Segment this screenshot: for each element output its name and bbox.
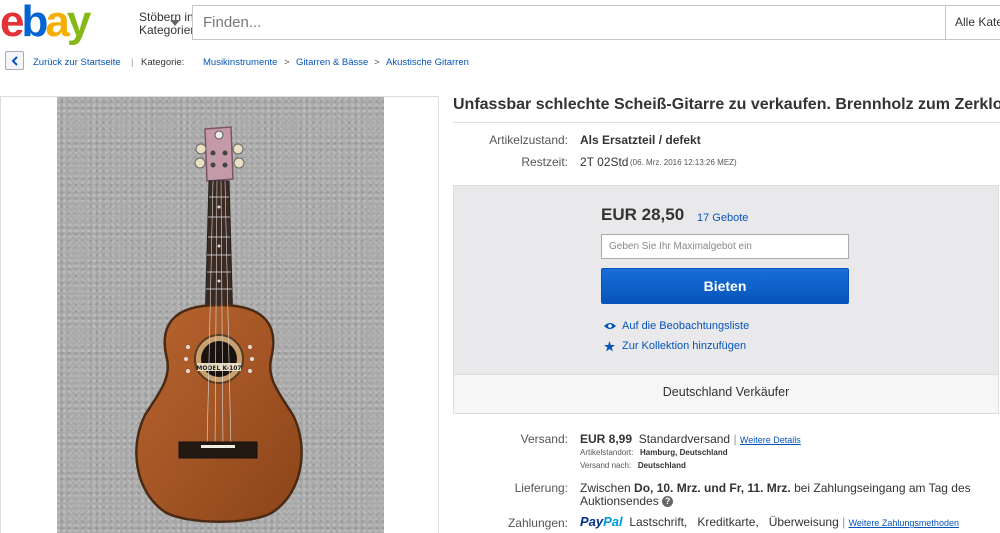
ebay-logo[interactable]: ebay	[0, 0, 92, 46]
seller-location: Deutschland Verkäufer	[662, 385, 790, 399]
paypal-logo: PayPal	[580, 514, 623, 529]
category-select[interactable]: Alle Kate	[945, 5, 1000, 40]
delivery-line2-text: Auktionsendes	[580, 494, 659, 508]
model-label: MODEL K-107	[196, 365, 241, 372]
breadcrumb-item-gitarren[interactable]: Gitarren & Bässe	[296, 57, 368, 68]
collection-label: Zur Kollektion hinzufügen	[622, 340, 747, 352]
chevron-left-icon	[11, 55, 18, 66]
shipping-method: Standardversand	[638, 432, 731, 446]
delivery-line1: Zwischen Do, 10. Mrz. und Fr, 11. Mrz. b…	[580, 481, 971, 495]
condition-label: Artikelzustand:	[489, 133, 568, 147]
star-icon	[604, 340, 615, 352]
breadcrumb-item-akustische-gitarren[interactable]: Akustische Gitarren	[386, 57, 469, 68]
breadcrumb-item-musikinstrumente[interactable]: Musikinstrumente	[203, 57, 277, 68]
item-location-label: Artikelstandort:	[580, 448, 634, 457]
separator: |	[733, 432, 737, 446]
delivery-line2: Auktionsendes ?	[580, 494, 674, 508]
image-gallery: MODEL K-107	[0, 96, 439, 533]
payments-row: PayPal Lastschrift, Kreditkarte, Überwei…	[580, 514, 959, 529]
divider	[453, 122, 1000, 123]
product-image[interactable]: MODEL K-107	[57, 97, 384, 533]
max-bid-input[interactable]	[601, 234, 849, 259]
breadcrumb-divider: |	[131, 57, 134, 68]
delivery-range: Do, 10. Mrz. und Fr, 11. Mrz.	[634, 481, 791, 495]
delivery-label: Lieferung:	[514, 481, 568, 495]
add-to-watchlist-link[interactable]: Auf die Beobachtungsliste	[604, 320, 749, 332]
ships-to-value: Deutschland	[637, 461, 686, 470]
more-payment-methods-link[interactable]: Weitere Zahlungsmethoden	[849, 518, 959, 528]
current-price: EUR 28,50	[601, 205, 685, 224]
delivery-suffix: bei Zahlungseingang am Tag des	[794, 481, 971, 495]
shipping-label: Versand:	[520, 432, 568, 446]
add-to-collection-link[interactable]: Zur Kollektion hinzufügen	[604, 340, 746, 352]
item-location-row: Artikelstandort: Hamburg, Deutschland	[580, 448, 728, 457]
shipping-price: EUR 8,99	[580, 432, 633, 446]
logo-letter-y: y	[66, 0, 92, 46]
payment-methods: Lastschrift, Kreditkarte, Überweisung	[629, 515, 839, 529]
time-left-value: 2T 02Std	[580, 155, 629, 169]
browse-categories-button[interactable]: Stöbern in Kategorien	[139, 11, 197, 37]
back-arrow-button[interactable]	[5, 51, 24, 70]
separator: |	[842, 515, 846, 529]
help-icon[interactable]: ?	[662, 496, 674, 508]
ships-to-label: Versand nach:	[580, 461, 632, 470]
shipping-row: EUR 8,99 Standardversand | Weitere Detai…	[580, 432, 801, 446]
place-bid-button[interactable]: Bieten	[601, 268, 849, 304]
end-time: (06. Mrz. 2016 12:13:26 MEZ)	[630, 158, 737, 167]
header: ebay Stöbern in Kategorien Alle Kate	[0, 0, 1000, 46]
logo-letter-b: b	[21, 0, 48, 46]
back-to-home-link[interactable]: Zurück zur Startseite	[33, 57, 121, 68]
browse-line2: Kategorien	[139, 23, 198, 37]
listing-title: Unfassbar schlechte Scheiß-Gitarre zu ve…	[453, 96, 1000, 113]
category-label: Kategorie:	[141, 57, 185, 68]
condition-value: Als Ersatzteil / defekt	[580, 133, 701, 147]
shipping-details-link[interactable]: Weitere Details	[740, 435, 801, 445]
breadcrumb-separator: >	[374, 57, 380, 68]
delivery-prefix: Zwischen	[580, 481, 631, 495]
ships-to-row: Versand nach: Deutschland	[580, 461, 686, 470]
eye-icon	[604, 323, 616, 329]
logo-letter-a: a	[45, 0, 70, 46]
breadcrumb-separator: >	[284, 57, 290, 68]
time-left-label: Restzeit:	[521, 155, 568, 169]
chevron-down-icon[interactable]	[170, 20, 180, 26]
watchlist-label: Auf die Beobachtungsliste	[622, 320, 750, 332]
logo-letter-e: e	[0, 0, 25, 46]
search-input[interactable]	[192, 5, 952, 40]
payments-label: Zahlungen:	[507, 516, 568, 530]
item-location-value: Hamburg, Deutschland	[640, 448, 728, 457]
bid-count-link[interactable]: 17 Gebote	[697, 212, 748, 224]
guitar-illustration: MODEL K-107	[135, 126, 303, 523]
